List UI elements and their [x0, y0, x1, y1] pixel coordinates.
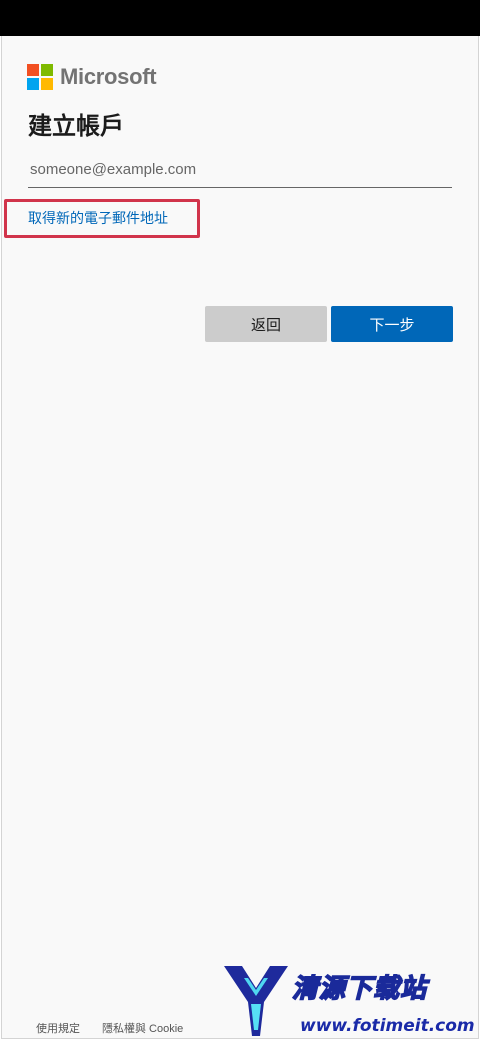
watermark-logo-icon	[224, 966, 288, 1036]
microsoft-logo-icon	[27, 64, 53, 90]
email-field[interactable]	[28, 152, 452, 188]
watermark-url: www.fotimeit.com	[300, 1016, 475, 1036]
back-button[interactable]: 返回	[205, 306, 327, 342]
page-title: 建立帳戶	[28, 112, 124, 140]
microsoft-logo: Microsoft	[27, 63, 157, 91]
watermark: 清源下载站 www.fotimeit.com	[220, 962, 475, 1040]
terms-link[interactable]: 使用規定	[36, 1020, 80, 1036]
status-bar	[0, 0, 480, 36]
next-button[interactable]: 下一步	[331, 306, 453, 342]
brand-name: Microsoft	[60, 64, 157, 89]
watermark-title: 清源下载站	[291, 973, 428, 1005]
footer: 使用規定 隱私權與 Cookie	[36, 1020, 183, 1036]
privacy-cookies-link[interactable]: 隱私權與 Cookie	[102, 1020, 183, 1036]
get-new-email-link[interactable]: 取得新的電子郵件地址	[28, 208, 168, 228]
